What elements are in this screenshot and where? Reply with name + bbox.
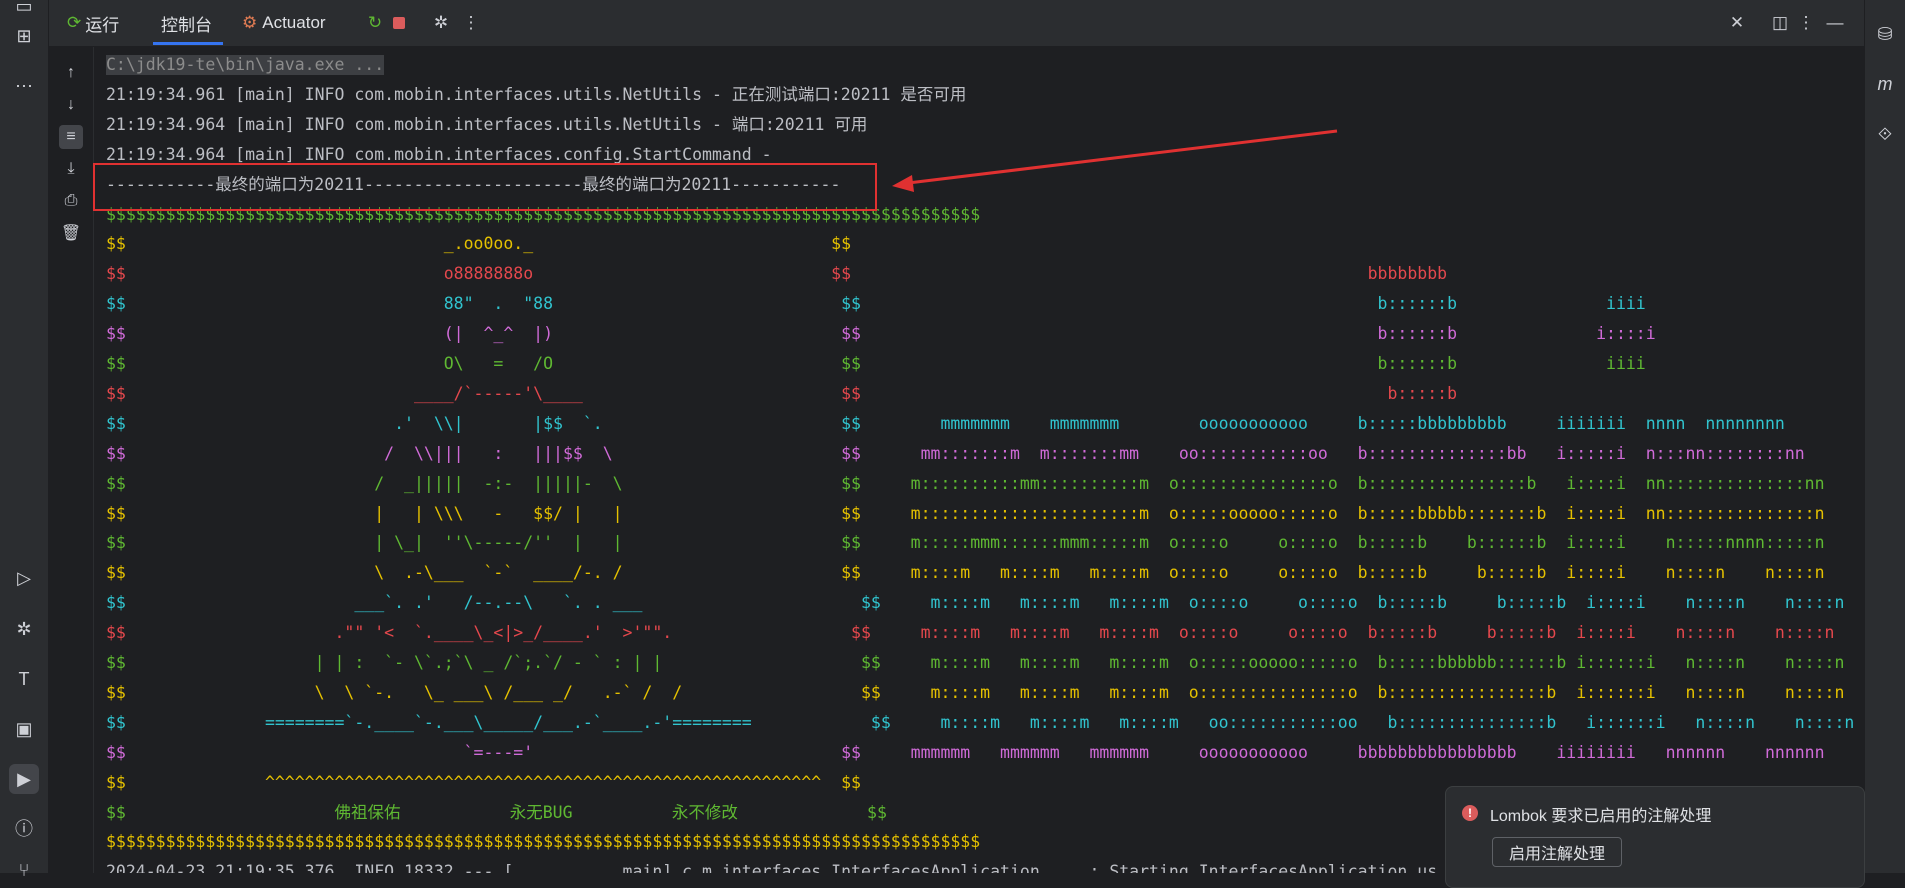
annotation-arrow bbox=[892, 129, 1338, 192]
enable-annotation-processing-button[interactable]: 启用注解处理 bbox=[1492, 837, 1623, 867]
notification-message: Lombok 要求已启用的注解处理 bbox=[1490, 808, 1712, 825]
error-icon: ! bbox=[1462, 805, 1478, 821]
